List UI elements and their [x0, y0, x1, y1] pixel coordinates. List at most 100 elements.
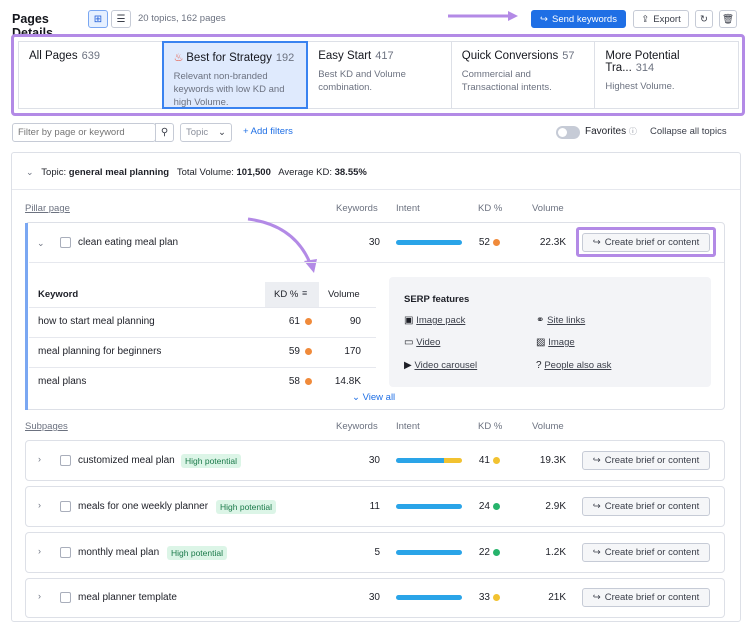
subpage-keyword[interactable]: meal planner template — [78, 592, 177, 603]
pillar-volume: 22.3K — [539, 237, 566, 248]
divider — [29, 307, 376, 308]
chevron-right-icon[interactable]: › — [38, 500, 41, 510]
col-keywords: Keywords — [336, 203, 378, 214]
subpage-create-brief-button[interactable]: ↪ Create brief or content — [582, 451, 710, 470]
refresh-icon: ↻ — [700, 13, 708, 25]
card-description: Highest Volume. — [605, 81, 675, 92]
inner-row-kd: 58 — [288, 376, 300, 387]
play-icon: ▶ — [404, 360, 412, 371]
average-kd-label: Average KD: — [278, 167, 332, 178]
favorites-toggle[interactable] — [556, 126, 580, 139]
subpage-checkbox[interactable] — [60, 547, 71, 558]
card-easy-start[interactable]: Easy Start 417 Best KD and Volume combina… — [307, 41, 452, 109]
inner-row-volume: 14.8K — [334, 376, 361, 387]
collapse-all-link[interactable]: Collapse all topics — [650, 126, 727, 137]
subpage-keyword[interactable]: customized meal plan — [78, 455, 175, 466]
pillar-checkbox[interactable] — [60, 237, 71, 248]
subpage-create-brief-button[interactable]: ↪ Create brief or content — [582, 588, 710, 607]
subpage-kd: 33 — [478, 592, 490, 603]
card-best-for-strategy[interactable]: ♨ Best for Strategy 192 Relevant non-bran… — [161, 41, 309, 109]
share-arrow-icon: ↪ — [592, 547, 601, 558]
create-brief-label: Create brief or content — [604, 455, 700, 466]
send-keywords-button[interactable]: ↪ Send keywords — [531, 10, 626, 28]
card-count: 314 — [635, 62, 655, 74]
topic-prefix: Topic: — [41, 167, 67, 178]
total-volume-value: 101,500 — [236, 167, 271, 178]
subpage-kd: 22 — [478, 547, 490, 558]
topic-select[interactable]: Topic ⌄ — [180, 123, 232, 142]
card-all-pages[interactable]: All Pages 639 — [18, 41, 163, 109]
inner-col-kd: KD % — [274, 289, 299, 300]
card-quick-conversions[interactable]: Quick Conversions 57 Commercial and Trans… — [450, 41, 596, 109]
topic-header[interactable]: ⌄ Topic: general meal planning Total Vol… — [26, 167, 367, 178]
subpage-keyword[interactable]: monthly meal plan — [78, 547, 159, 558]
create-brief-label: Create brief or content — [604, 547, 700, 558]
subpage-keywords-count: 30 — [368, 592, 380, 603]
card-name: Easy Start — [318, 50, 372, 62]
pillar-intent-bar — [396, 240, 462, 245]
list-view-toggle[interactable]: ☰ — [111, 10, 131, 28]
share-arrow-icon: ↪ — [592, 237, 601, 248]
serp-item-label: Video — [416, 337, 441, 348]
subpage-volume: 19.3K — [539, 455, 566, 466]
pillar-create-brief-button[interactable]: ↪ Create brief or content — [582, 233, 710, 252]
col-kd: KD % — [478, 203, 503, 214]
pillar-page-label: Pillar page — [25, 203, 70, 214]
sort-icon: ≡ — [302, 288, 308, 298]
tree-view-toggle[interactable]: ⊞ — [88, 10, 108, 28]
inner-row-kd: 61 — [288, 316, 300, 327]
card-description: Best KD and Volume combination. — [318, 69, 406, 93]
subpage-create-brief-button[interactable]: ↪ Create brief or content — [582, 543, 710, 562]
chevron-down-icon: ⌄ — [218, 127, 226, 138]
pillar-keyword[interactable]: clean eating meal plan — [78, 237, 178, 248]
info-icon: ⓘ — [628, 127, 637, 136]
col-intent: Intent — [396, 203, 420, 214]
chevron-down-icon[interactable]: ⌄ — [37, 238, 45, 249]
share-arrow-icon: ↪ — [592, 455, 601, 466]
subpage-checkbox[interactable] — [60, 592, 71, 603]
card-more-potential-traffic[interactable]: More Potential Tra... 314 Highest Volume. — [594, 41, 739, 109]
serp-item-label: Site links — [547, 315, 586, 326]
divider — [29, 262, 724, 263]
share-arrow-icon: ↪ — [592, 592, 601, 603]
search-input[interactable] — [12, 123, 156, 142]
subpage-intent-bar — [396, 550, 462, 555]
subpage-create-brief-button[interactable]: ↪ Create brief or content — [582, 497, 710, 516]
create-brief-label: Create brief or content — [604, 237, 700, 248]
card-description: Commercial and Transactional intents. — [461, 69, 552, 93]
serp-item-label: Video carousel — [414, 360, 478, 371]
subpage-kd-dot — [493, 549, 500, 556]
subpage-keyword[interactable]: meals for one weekly planner — [78, 501, 208, 512]
subpages-label: Subpages — [25, 421, 68, 432]
inner-row-kd: 59 — [288, 346, 300, 357]
question-icon: ? — [536, 360, 542, 371]
search-button[interactable]: ⚲ — [155, 123, 174, 142]
export-button[interactable]: ⇪ Export — [633, 10, 689, 28]
export-label: Export — [653, 13, 681, 25]
high-potential-badge: High potential — [216, 500, 276, 514]
inner-col-keyword: Keyword — [38, 289, 79, 300]
divider — [29, 367, 376, 368]
subpage-checkbox[interactable] — [60, 455, 71, 466]
card-count: 57 — [562, 50, 575, 62]
chevron-right-icon[interactable]: › — [38, 546, 41, 556]
subpage-keywords-count: 30 — [368, 455, 380, 466]
arrow-annotation-top — [448, 11, 518, 21]
col-kd: KD % — [478, 421, 503, 432]
chevron-right-icon[interactable]: › — [38, 591, 41, 601]
inner-col-volume: Volume — [328, 289, 360, 300]
subpage-intent-bar — [396, 458, 462, 463]
subpage-intent-bar — [396, 595, 462, 600]
delete-button[interactable]: 🗑 — [719, 10, 737, 28]
serp-item-people-also-ask: ? People also ask — [536, 360, 611, 371]
subpage-keywords-count: 11 — [369, 501, 380, 512]
inner-col-kd-header[interactable]: KD % ≡ — [265, 282, 319, 307]
subpage-kd-dot — [493, 457, 500, 464]
view-all-label: View all — [362, 392, 396, 403]
add-filters-link[interactable]: + Add filters — [243, 126, 293, 137]
subpage-checkbox[interactable] — [60, 501, 71, 512]
category-cards: All Pages 639 ♨ Best for Strategy 192 Rele… — [11, 34, 745, 116]
chevron-right-icon[interactable]: › — [38, 454, 41, 464]
refresh-button[interactable]: ↻ — [695, 10, 713, 28]
view-all-link[interactable]: ⌄ View all — [352, 392, 395, 403]
